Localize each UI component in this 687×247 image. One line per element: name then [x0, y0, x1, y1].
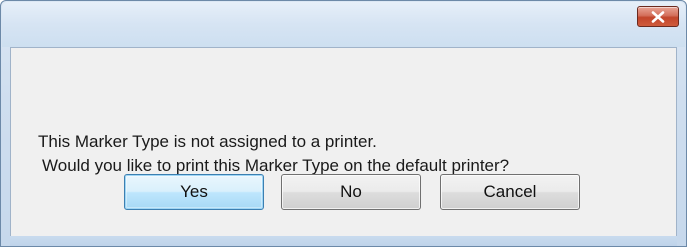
close-button[interactable] — [637, 6, 679, 27]
message-line-2: Would you like to print this Marker Type… — [42, 156, 510, 175]
yes-button[interactable]: Yes — [124, 174, 264, 210]
dialog-content: This Marker Type is not assigned to a pr… — [10, 47, 677, 238]
close-x-icon — [651, 10, 665, 23]
dialog-bottom-border — [10, 236, 677, 246]
title-bar[interactable] — [2, 2, 685, 47]
cancel-button[interactable]: Cancel — [440, 174, 580, 210]
message-dialog: This Marker Type is not assigned to a pr… — [0, 0, 687, 247]
no-button[interactable]: No — [281, 174, 421, 210]
dialog-message: This Marker Type is not assigned to a pr… — [38, 82, 509, 226]
message-line-1: This Marker Type is not assigned to a pr… — [38, 132, 377, 151]
